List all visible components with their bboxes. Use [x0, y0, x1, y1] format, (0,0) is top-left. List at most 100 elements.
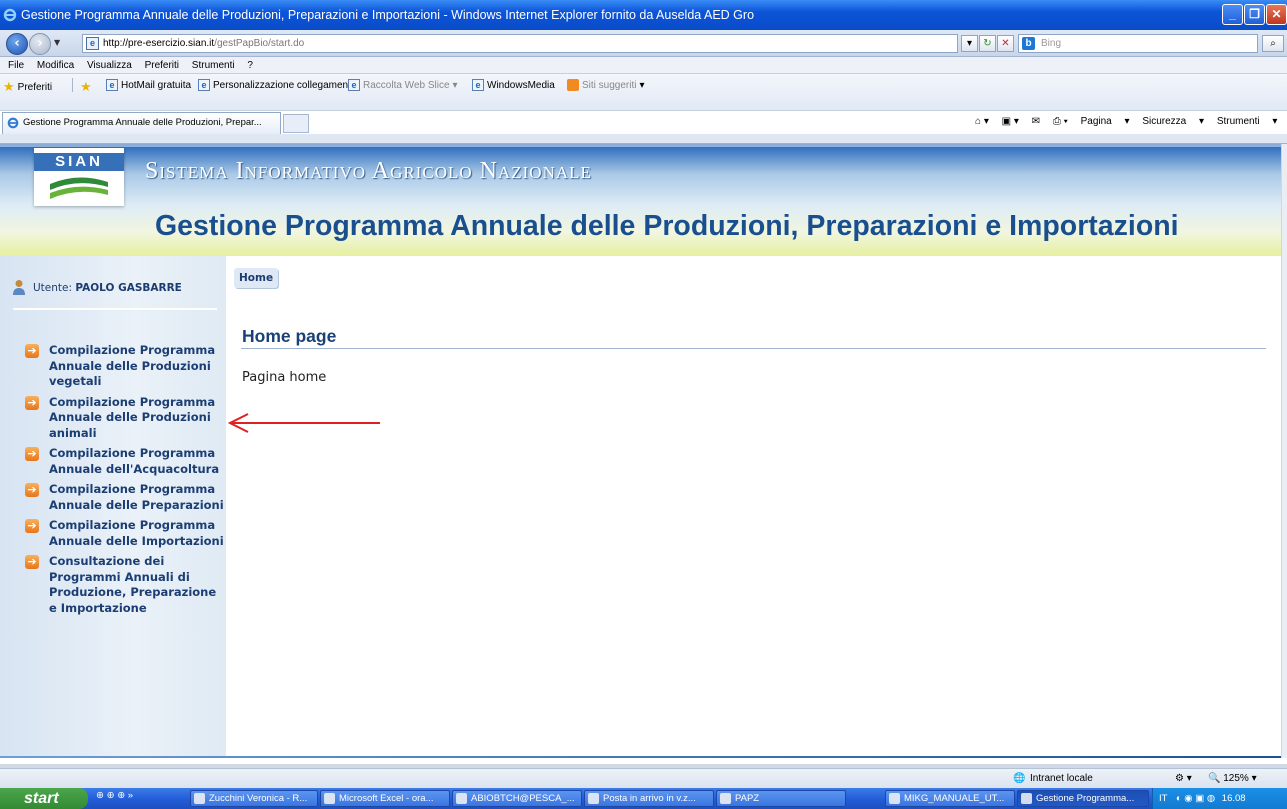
user-icon: [13, 280, 25, 295]
ie-page-icon: e: [472, 79, 484, 91]
fav-webslice[interactable]: e Raccolta Web Slice ▾: [348, 79, 458, 91]
page-menu[interactable]: Pagina ▾: [1081, 116, 1130, 127]
task-posta[interactable]: Posta in arrivo in v.z...: [584, 790, 714, 807]
vertical-scrollbar[interactable]: [1281, 144, 1287, 758]
feeds-icon[interactable]: ▣ ▾: [1002, 116, 1019, 127]
quicklaunch-icons[interactable]: ⊕ ⊕ ⊕ »: [96, 790, 133, 801]
forward-button[interactable]: ›: [29, 33, 51, 55]
fav-label: WindowsMedia: [487, 79, 555, 91]
favorites-bar: ★ Preferiti ★ e HotMail gratuita e Personal…: [0, 74, 1287, 111]
tools-menu-label: Strumenti: [1216, 116, 1260, 127]
ie-page-icon: e: [348, 79, 360, 91]
url-host: http://pre-esercizio.sian.it: [103, 38, 215, 49]
taskbar: start ⊕ ⊕ ⊕ » Zucchini Veronica - R... M…: [0, 788, 1287, 809]
menu-preferiti[interactable]: Preferiti: [145, 60, 179, 71]
fav-hotmail[interactable]: e HotMail gratuita: [106, 79, 191, 91]
menu-bar: File Modifica Visualizza Preferiti Strum…: [0, 57, 1287, 74]
sidebar-item-preparazioni[interactable]: ➔ Compilazione Programma Annuale delle Pr…: [25, 482, 225, 513]
search-input[interactable]: b Bing: [1018, 34, 1258, 53]
user-label: Utente:: [33, 282, 73, 294]
arrow-right-icon: ➔: [25, 555, 39, 569]
new-tab-button[interactable]: [283, 114, 309, 133]
user-box: Utente: PAOLO GASBARRE: [13, 266, 217, 310]
sidebar-item-label: Consultazione dei Programmi Annuali di P…: [49, 554, 217, 615]
menu-help[interactable]: ?: [247, 60, 253, 71]
address-input[interactable]: e http://pre-esercizio.sian.it/gestPapBi…: [82, 34, 958, 53]
fav-label: Raccolta Web Slice: [363, 79, 450, 91]
task-gestione[interactable]: Gestione Programma...: [1017, 790, 1149, 807]
logo-waves: [50, 177, 108, 199]
maximize-button[interactable]: ❐: [1244, 4, 1265, 25]
fav-label: HotMail gratuita: [121, 79, 192, 91]
history-dropdown-icon[interactable]: ▼: [54, 38, 60, 47]
app-title: Gestione Programma Annuale delle Produzi…: [155, 210, 1179, 242]
task-excel[interactable]: Microsoft Excel - ora...: [320, 790, 450, 807]
mail-icon[interactable]: ✉: [1032, 116, 1040, 127]
logo-text: SIAN: [34, 153, 124, 171]
arrow-right-icon: ➔: [25, 395, 39, 410]
tab-underline: [0, 134, 1287, 144]
fav-windowsmedia[interactable]: e WindowsMedia: [472, 79, 555, 91]
stop-icon[interactable]: ✕: [997, 35, 1014, 52]
search-icon[interactable]: ⌕: [1262, 35, 1284, 52]
close-button[interactable]: ✕: [1266, 4, 1287, 25]
sidebar-menu: ➔ Compilazione Programma Annuale delle Pr…: [25, 343, 225, 621]
home-icon[interactable]: ⌂ ▾: [975, 116, 989, 127]
fav-siti-suggeriti[interactable]: Siti suggeriti ▾: [567, 79, 645, 91]
browser-tab[interactable]: Gestione Programma Annuale delle Produzi…: [2, 112, 281, 134]
system-name-text: Sistema Informativo Agricolo Nazionale: [145, 158, 592, 184]
menu-visualizza[interactable]: Visualizza: [87, 60, 132, 71]
minimize-button[interactable]: _: [1222, 4, 1243, 25]
sidebar-item-consultazione[interactable]: ➔ Consultazione dei Programmi Annuali di …: [25, 554, 225, 616]
sian-logo: SIAN: [34, 148, 124, 206]
window-title: Gestione Programma Annuale delle Produzi…: [21, 8, 755, 22]
protected-mode-icon[interactable]: ⚙ ▾: [1175, 769, 1192, 788]
arrow-right-icon: ➔: [25, 447, 39, 461]
sidebar-item-importazioni[interactable]: ➔ Compilazione Programma Annuale delle Im…: [25, 518, 225, 549]
task-abiobtch[interactable]: ABIOBTCH@PESCA_...: [452, 790, 582, 807]
ie-icon: [7, 117, 19, 129]
favorites-label: Preferiti: [17, 81, 53, 93]
refresh-icon[interactable]: ↻: [979, 35, 996, 52]
sidebar-item-produzioni-animali[interactable]: ➔ Compilazione Programma Annuale delle Pr…: [25, 395, 225, 442]
add-favorite-button[interactable]: ★: [80, 79, 92, 95]
task-zucchini[interactable]: Zucchini Veronica - R...: [190, 790, 318, 807]
ie-icon: [3, 8, 17, 22]
task-papz[interactable]: PAPZ: [716, 790, 846, 807]
language-indicator[interactable]: IT: [1159, 793, 1167, 804]
sidebar-item-produzioni-vegetali[interactable]: ➔ Compilazione Programma Annuale delle Pr…: [25, 343, 225, 390]
clock[interactable]: 16.08: [1222, 793, 1246, 804]
tools-menu[interactable]: Strumenti ▾: [1217, 116, 1278, 127]
sidebar: Utente: PAOLO GASBARRE ➔ Compilazione Pro…: [0, 256, 226, 758]
tray-icons[interactable]: ◐ ◉ ▣ ◍: [1176, 793, 1215, 804]
system-tray: IT ◐ ◉ ▣ ◍ 16.08: [1152, 788, 1287, 809]
site-banner: SIAN Sistema Informativo Agricolo Nazion…: [0, 144, 1281, 256]
sidebar-item-label: Compilazione Programma Annuale delle Imp…: [49, 518, 224, 548]
sidebar-item-acquacoltura[interactable]: ➔ Compilazione Programma Annuale dell'Acq…: [25, 446, 225, 477]
user-name: PAOLO GASBARRE: [75, 282, 182, 294]
suggested-sites-icon: [567, 79, 579, 91]
page-bottom-strip: [0, 756, 1281, 758]
sidebar-item-label: Compilazione Programma Annuale dell'Acqu…: [49, 446, 220, 476]
arrow-right-icon: ➔: [25, 344, 39, 358]
safety-menu[interactable]: Sicurezza ▾: [1142, 116, 1204, 127]
window-title-bar: Gestione Programma Annuale delle Produzi…: [0, 0, 1287, 30]
task-manuale[interactable]: MIKG_MANUALE_UT...: [885, 790, 1015, 807]
zoom-button[interactable]: 🔍 125% ▾: [1208, 769, 1257, 788]
fav-label: Siti suggeriti: [582, 79, 637, 91]
menu-strumenti[interactable]: Strumenti: [192, 60, 235, 71]
breadcrumb-home[interactable]: Home: [234, 268, 279, 288]
safety-menu-label: Sicurezza: [1142, 116, 1187, 127]
page-menu-label: Pagina: [1080, 116, 1112, 127]
ie-page-icon: e: [198, 79, 210, 91]
sidebar-item-label: Compilazione Programma Annuale delle Pro…: [49, 343, 216, 388]
address-dropdown-icon[interactable]: ▾: [961, 35, 978, 52]
favorites-button[interactable]: ★ Preferiti: [3, 79, 52, 95]
menu-modifica[interactable]: Modifica: [37, 60, 74, 71]
print-icon[interactable]: ⎙ ▾: [1053, 116, 1068, 127]
start-button[interactable]: start: [0, 788, 88, 809]
menu-file[interactable]: File: [8, 60, 24, 71]
page-title: Home page: [242, 326, 337, 346]
back-button[interactable]: ‹: [6, 33, 28, 55]
fav-personalizzazione[interactable]: e Personalizzazione collegamenti: [198, 79, 353, 91]
